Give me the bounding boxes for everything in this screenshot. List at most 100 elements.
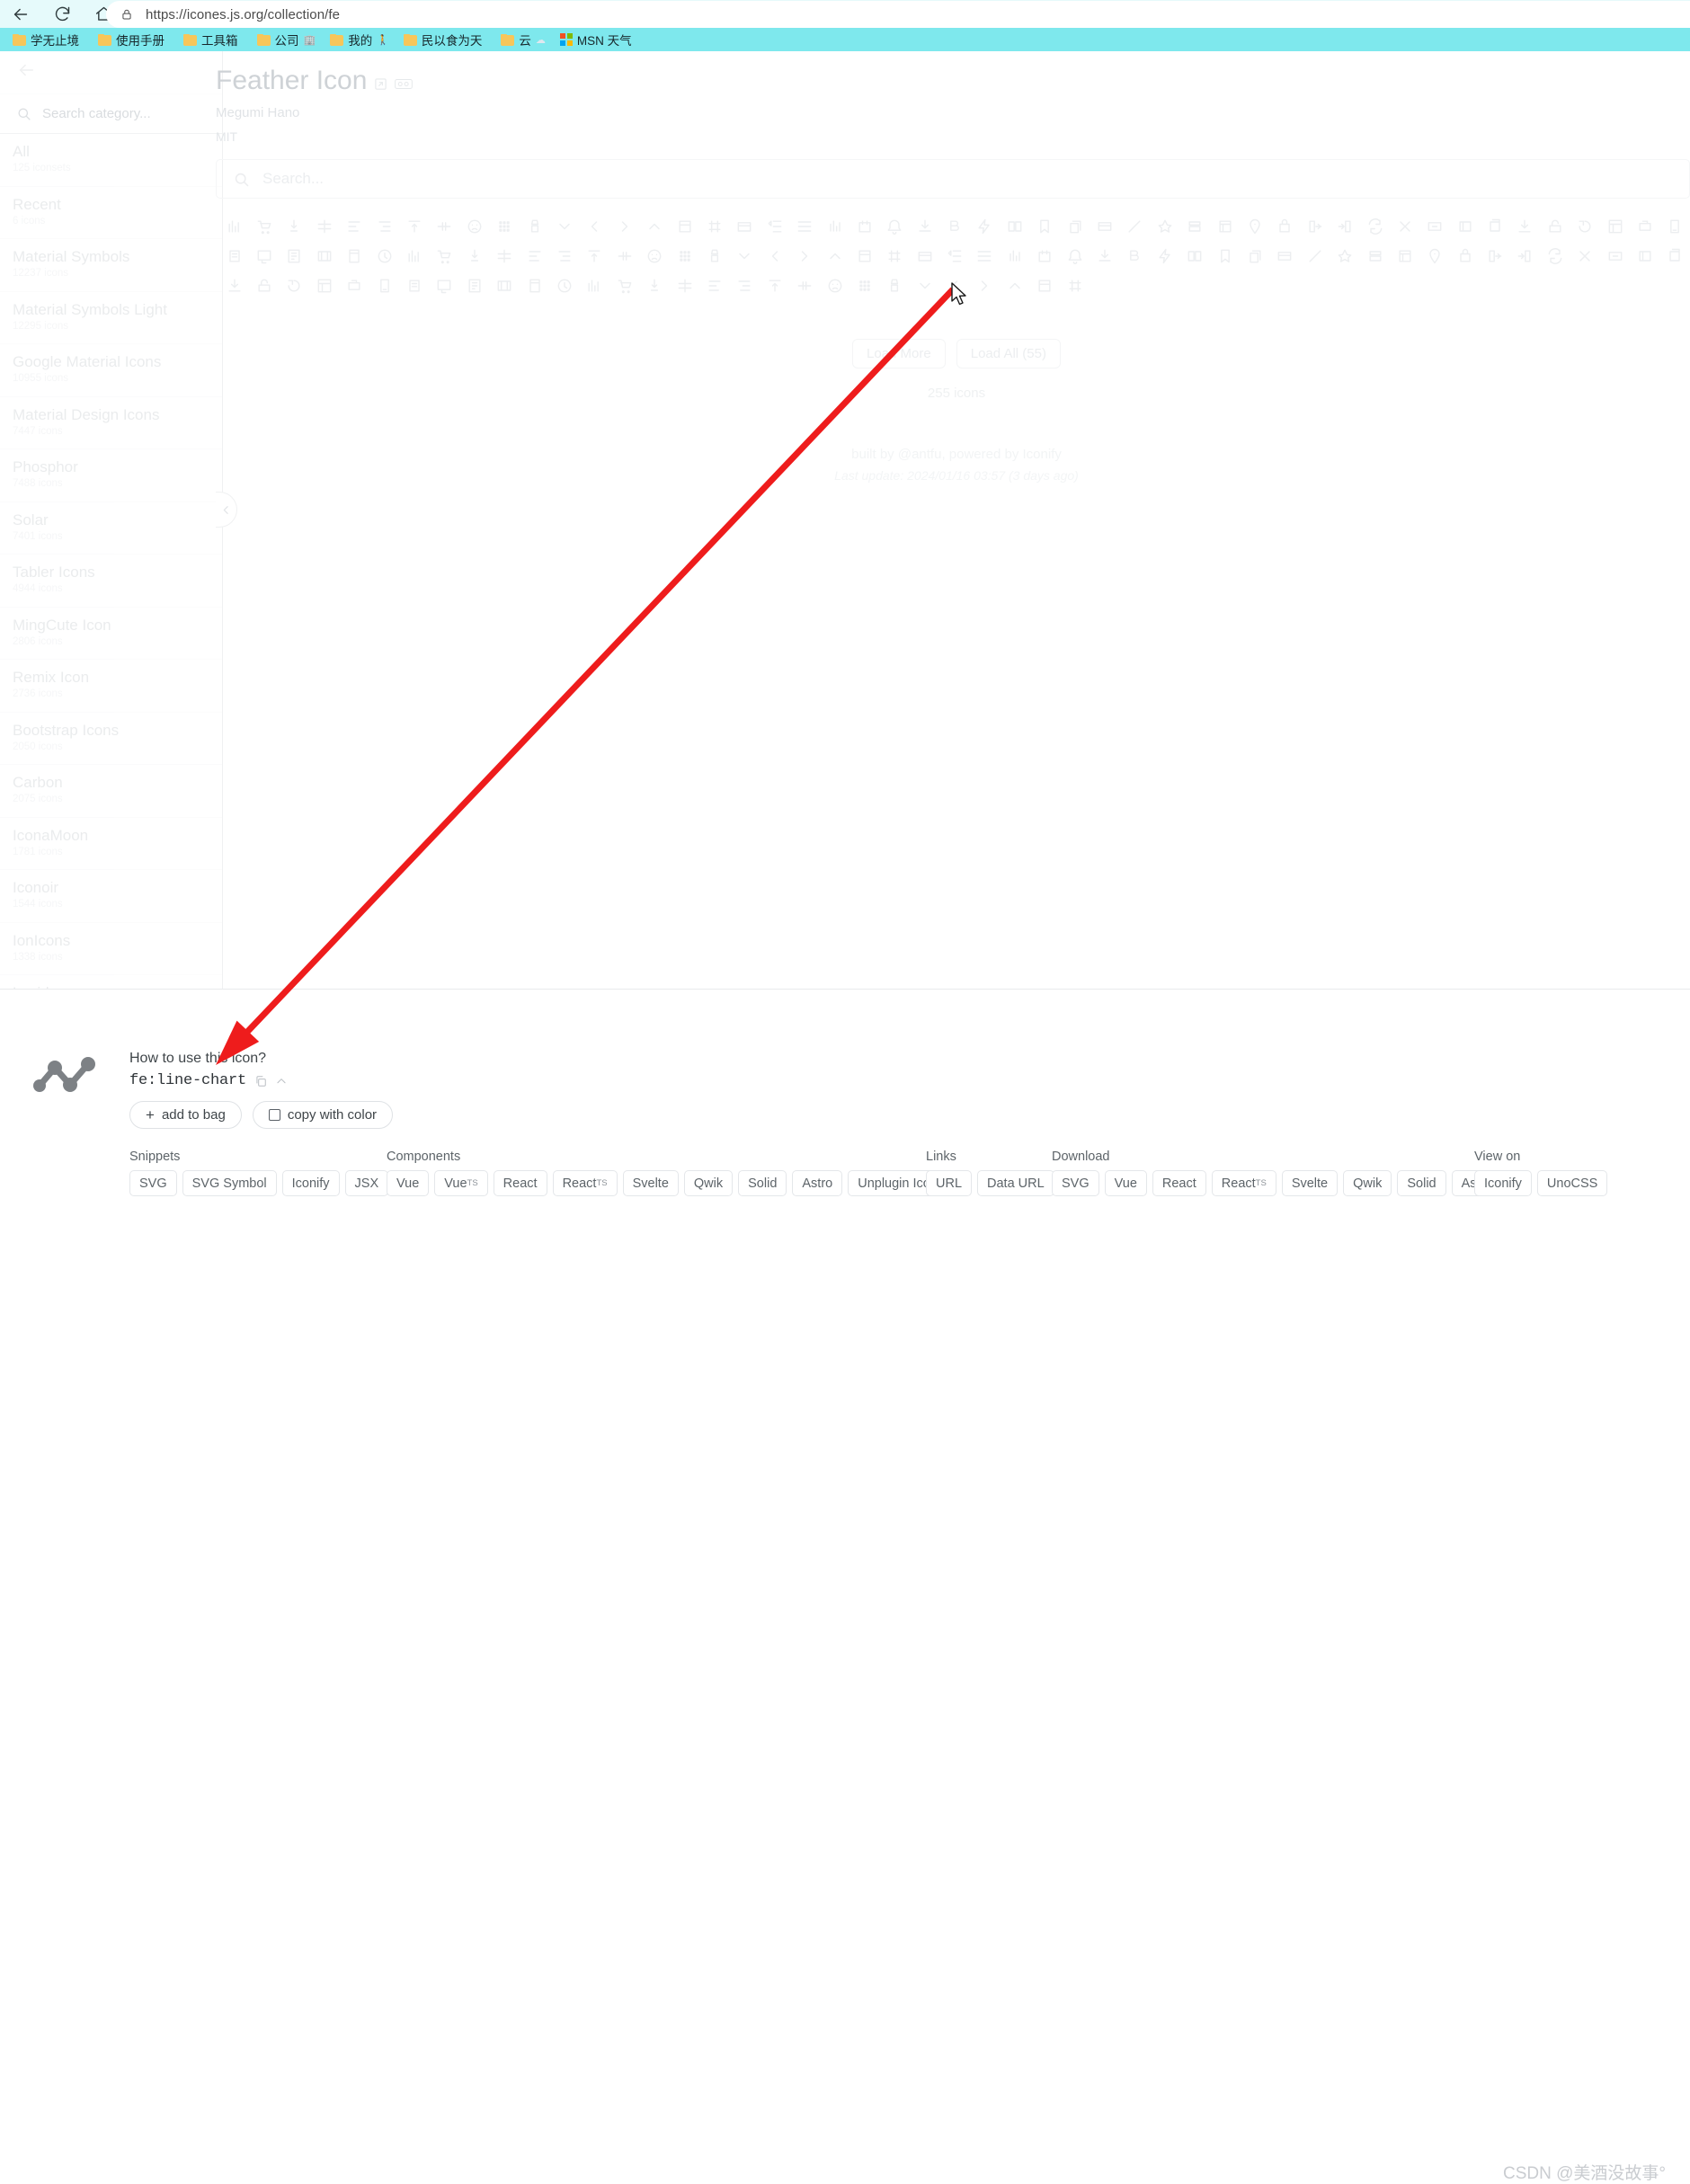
- tag-button[interactable]: URL: [926, 1170, 973, 1196]
- icon-grid-item[interactable]: [1510, 211, 1540, 241]
- icon-grid-item[interactable]: [1480, 241, 1509, 271]
- icon-grid-item[interactable]: [580, 211, 609, 241]
- tag-button[interactable]: Vue: [387, 1170, 430, 1196]
- icon-grid-item[interactable]: [880, 241, 910, 271]
- sidebar-item-google-material-icons[interactable]: Google Material Icons 10955 icons: [0, 344, 222, 397]
- icon-grid-item[interactable]: [430, 241, 459, 271]
- icon-grid-item[interactable]: [1180, 211, 1210, 241]
- copy-with-color-button[interactable]: copy with color: [252, 1101, 394, 1129]
- icon-grid-item[interactable]: [249, 211, 279, 241]
- icon-grid-item[interactable]: [730, 241, 760, 271]
- icon-grid-item[interactable]: [910, 211, 939, 241]
- icon-grid-item[interactable]: [1090, 211, 1119, 241]
- load-more-button[interactable]: Load More: [852, 339, 946, 368]
- reload-icon[interactable]: [41, 0, 83, 28]
- icon-grid-item[interactable]: [609, 271, 639, 300]
- tag-button[interactable]: SVG Symbol: [182, 1170, 277, 1196]
- icon-grid-item[interactable]: [1150, 241, 1179, 271]
- icon-grid-item[interactable]: [639, 211, 669, 241]
- icon-grid-item[interactable]: [490, 211, 520, 241]
- icon-grid-item[interactable]: [1660, 211, 1690, 241]
- icon-grid-item[interactable]: [549, 241, 579, 271]
- sidebar-item-bootstrap-icons[interactable]: Bootstrap Icons 2050 icons: [0, 713, 222, 765]
- sidebar-item-material-symbols[interactable]: Material Symbols 12237 icons: [0, 239, 222, 292]
- bookmark-item[interactable]: 云 ☁: [495, 29, 555, 50]
- icon-grid-item[interactable]: [1030, 241, 1060, 271]
- tag-button[interactable]: Solid: [1397, 1170, 1446, 1196]
- icon-grid-item[interactable]: [1570, 211, 1600, 241]
- tag-button[interactable]: SVG: [129, 1170, 177, 1196]
- sidebar-item-remix-icon[interactable]: Remix Icon 2736 icons: [0, 660, 222, 713]
- icon-grid-item[interactable]: [369, 241, 399, 271]
- icon-grid-item[interactable]: [340, 211, 369, 241]
- sidebar-item-phosphor[interactable]: Phosphor 7488 icons: [0, 449, 222, 502]
- icon-grid-item[interactable]: [1420, 211, 1450, 241]
- tag-button[interactable]: Data URL: [977, 1170, 1054, 1196]
- icon-grid-item[interactable]: [430, 211, 459, 241]
- tag-button[interactable]: SVG: [1052, 1170, 1099, 1196]
- icon-grid-item[interactable]: [760, 211, 789, 241]
- icon-grid-item[interactable]: [820, 271, 849, 300]
- icon-grid-item[interactable]: [1150, 211, 1179, 241]
- icon-grid-item[interactable]: [1420, 241, 1450, 271]
- address-bar[interactable]: https://icones.js.org/collection/fe: [106, 1, 1690, 28]
- icon-grid-item[interactable]: [309, 241, 339, 271]
- license-badge-icon[interactable]: [395, 78, 414, 90]
- icon-grid-item[interactable]: [1330, 241, 1359, 271]
- icon-grid-item[interactable]: [459, 211, 489, 241]
- icon-grid-item[interactable]: [399, 211, 429, 241]
- sidebar-item-recent[interactable]: Recent 6 icons: [0, 187, 222, 239]
- icon-grid-item[interactable]: [399, 241, 429, 271]
- tag-button[interactable]: React TS: [552, 1170, 618, 1196]
- icon-grid-item[interactable]: [639, 271, 669, 300]
- icon-grid-item[interactable]: [849, 241, 879, 271]
- icon-grid-item[interactable]: [580, 241, 609, 271]
- bookmark-item[interactable]: 公司 🏢: [252, 29, 325, 50]
- icon-grid-item[interactable]: [970, 211, 1000, 241]
- sidebar-back-button[interactable]: [0, 51, 222, 94]
- icon-grid-item[interactable]: [1210, 241, 1240, 271]
- sidebar-item-material-design-icons[interactable]: Material Design Icons 7447 icons: [0, 397, 222, 449]
- icon-grid-item[interactable]: [1540, 241, 1570, 271]
- icon-grid-item[interactable]: [1030, 271, 1060, 300]
- icon-grid-item[interactable]: [1330, 211, 1359, 241]
- icon-grid-item[interactable]: [1300, 211, 1330, 241]
- icon-grid-item[interactable]: [459, 271, 489, 300]
- icon-grid-item[interactable]: [280, 211, 309, 241]
- tag-button[interactable]: UnoCSS: [1536, 1170, 1608, 1196]
- icon-grid-item[interactable]: [1120, 241, 1150, 271]
- back-icon[interactable]: [0, 0, 41, 28]
- tag-button[interactable]: Astro: [792, 1170, 843, 1196]
- icon-grid-item[interactable]: [910, 241, 939, 271]
- icon-grid-item[interactable]: [1240, 241, 1269, 271]
- chevron-up-icon[interactable]: [275, 1075, 288, 1088]
- sidebar-item-iconamoon[interactable]: IconaMoon 1781 icons: [0, 818, 222, 870]
- icon-grid-item[interactable]: [430, 271, 459, 300]
- icon-grid-item[interactable]: [490, 241, 520, 271]
- icon-grid-item[interactable]: [369, 211, 399, 241]
- icon-grid-item[interactable]: [1060, 211, 1090, 241]
- sidebar-item-ionicons[interactable]: IonIcons 1338 icons: [0, 923, 222, 975]
- icon-grid-item[interactable]: [1000, 271, 1029, 300]
- sidebar-item-mingcute-icon[interactable]: MingCute Icon 2806 icons: [0, 608, 222, 660]
- tag-button[interactable]: Qwik: [683, 1170, 734, 1196]
- icon-grid-item[interactable]: [369, 271, 399, 300]
- icon-grid-item[interactable]: [970, 241, 1000, 271]
- search-category-input[interactable]: Search category...: [0, 94, 222, 134]
- icon-grid-item[interactable]: [1480, 211, 1509, 241]
- icon-grid-item[interactable]: [820, 211, 849, 241]
- tag-button[interactable]: React: [493, 1170, 547, 1196]
- icon-grid-item[interactable]: [760, 271, 789, 300]
- icon-grid-item[interactable]: [789, 241, 819, 271]
- icon-grid-item[interactable]: [1180, 241, 1210, 271]
- icon-grid-item[interactable]: [1000, 211, 1029, 241]
- add-to-bag-button[interactable]: + add to bag: [129, 1101, 242, 1129]
- icon-grid-item[interactable]: [609, 211, 639, 241]
- tag-button[interactable]: Svelte: [1281, 1170, 1339, 1196]
- external-link-icon[interactable]: [374, 77, 387, 91]
- icon-grid-item[interactable]: [939, 241, 969, 271]
- icon-grid-item[interactable]: [1450, 211, 1480, 241]
- load-all-button[interactable]: Load All (55): [956, 339, 1061, 368]
- sidebar-item-material-symbols-light[interactable]: Material Symbols Light 12295 icons: [0, 292, 222, 344]
- copy-icon[interactable]: [254, 1075, 267, 1088]
